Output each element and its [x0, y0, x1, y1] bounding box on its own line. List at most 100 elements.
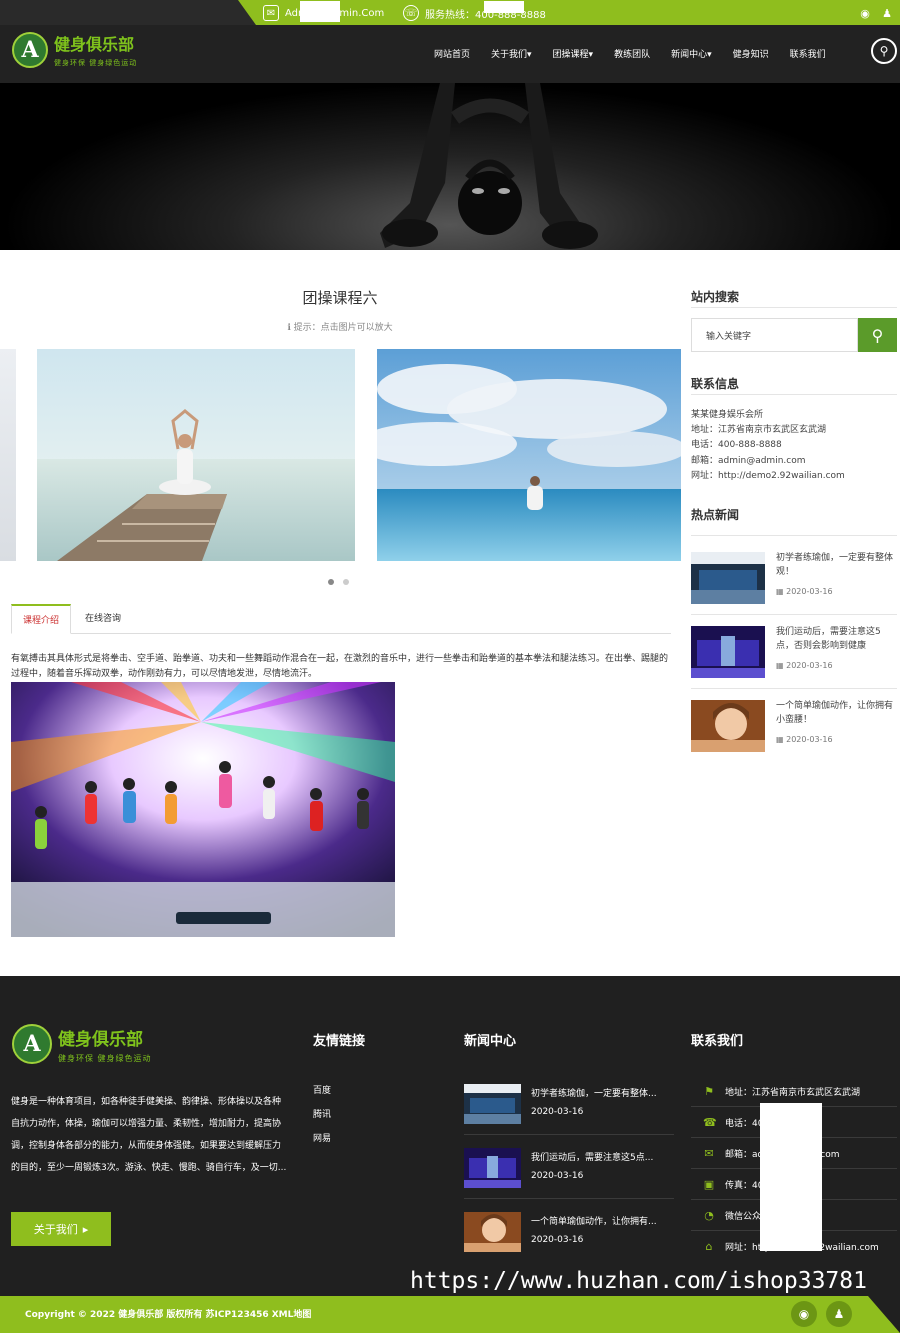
divider: [464, 1134, 674, 1135]
sidebar-hot-title: 热点新闻: [691, 508, 740, 522]
divider: [464, 1198, 674, 1199]
about-us-button-label: 关于我们: [33, 1223, 78, 1236]
footer-news-item[interactable]: 初学者练瑜伽，一定要有整体... 2020-03-16: [464, 1084, 674, 1128]
sidebar-search-input[interactable]: 输入关键字: [691, 318, 858, 352]
redaction-block: [760, 1103, 822, 1251]
hot-news-item[interactable]: 初学者练瑜伽，一定要有整体观！ ▦ 2020-03-16: [691, 552, 897, 604]
gallery-photo-prev[interactable]: [0, 349, 16, 561]
divider: [691, 614, 897, 615]
zoom-hint-text: 提示：点击图片可以放大: [293, 323, 393, 333]
contact-website: 网址：http://demo2.92wailian.com: [691, 471, 845, 481]
footer-news-thumb-stage: [464, 1148, 521, 1188]
gallery-dot-2[interactable]: [343, 579, 349, 585]
footer-news-date: 2020-03-16: [531, 1107, 584, 1117]
footer-link-baidu[interactable]: 百度: [313, 1080, 331, 1102]
copyright-text: Copyright © 2022 健身俱乐部 版权所有 苏ICP123456 X…: [25, 1310, 312, 1320]
calendar-icon: ▦: [776, 735, 787, 744]
footer-news-title[interactable]: 一个简单瑜伽动作，让你拥有...: [531, 1214, 671, 1227]
gallery-photo-yoga-pier[interactable]: [37, 349, 355, 561]
fax-icon: ▣: [703, 1178, 715, 1191]
contact-address: 地址：江苏省南京市玄武区玄武湖: [691, 425, 827, 435]
gallery-photo-meditation-sea[interactable]: [377, 349, 681, 561]
nav-coaches[interactable]: 教练团队: [614, 47, 650, 60]
hot-news-date-text: 2020-03-16: [786, 735, 833, 744]
hot-news-date: ▦ 2020-03-16: [776, 661, 833, 670]
wechat-icon: ◔: [704, 1209, 714, 1222]
nav-news[interactable]: 新闻中心▾: [671, 47, 712, 60]
footer-news-date: 2020-03-16: [531, 1171, 584, 1181]
chevron-right-icon: ▸: [82, 1222, 89, 1236]
banner-image: [0, 83, 900, 250]
hot-news-item[interactable]: 一个简单瑜伽动作，让你拥有小蛮腰！ ▦ 2020-03-16: [691, 700, 897, 752]
divider: [691, 535, 897, 536]
header: A 健身俱乐部 健身环保 健身绿色运动 网站首页 关于我们▾ 团操课程▾ 教练团…: [0, 25, 900, 83]
hot-news-thumb-stage: [691, 626, 765, 678]
hot-news-date-text: 2020-03-16: [786, 587, 833, 596]
footer-link-tencent[interactable]: 腾讯: [313, 1104, 331, 1126]
weibo-icon[interactable]: ◉: [857, 5, 873, 21]
gallery-dot-1[interactable]: [328, 579, 334, 585]
logo-badge: A: [12, 31, 48, 68]
mail-icon: ✉: [263, 5, 279, 21]
search-icon[interactable]: ⚲: [858, 318, 897, 352]
footer-news-title[interactable]: 我们运动后，需要注意这5点...: [531, 1150, 671, 1163]
divider: [691, 688, 897, 689]
footer-news-date: 2020-03-16: [531, 1235, 584, 1245]
footer-contact-address: ⚑ 地址：江苏省南京市玄武区玄武湖: [703, 1085, 897, 1098]
mail-icon: ✉: [704, 1147, 714, 1160]
nav-courses[interactable]: 团操课程▾: [553, 47, 594, 60]
main-nav: 网站首页 关于我们▾ 团操课程▾ 教练团队 新闻中心▾ 健身知识 联系我们: [434, 47, 847, 60]
hot-news-item[interactable]: 我们运动后，需要注意这5点，否则会影响到健康 ▦ 2020-03-16: [691, 626, 897, 678]
contact-phone: 电话：400-888-8888: [691, 440, 782, 450]
banner-athlete-illustration: [380, 83, 598, 249]
footer-contact-address-text: 地址：江苏省南京市玄武区玄武湖: [725, 1088, 861, 1098]
calendar-icon: ▦: [776, 661, 787, 670]
page-title: 团操课程六: [302, 289, 378, 307]
nav-home[interactable]: 网站首页: [434, 47, 470, 60]
hot-news-date: ▦ 2020-03-16: [776, 735, 833, 744]
hot-news-title[interactable]: 我们运动后，需要注意这5点，否则会影响到健康: [776, 625, 897, 653]
nav-contact[interactable]: 联系我们: [790, 47, 826, 60]
sidebar-search-title: 站内搜索: [691, 290, 740, 304]
weibo-icon[interactable]: ◉: [791, 1301, 817, 1327]
phone-icon: ☎: [703, 1116, 717, 1129]
location-icon: ⚑: [704, 1085, 714, 1098]
footer-logo-title: 健身俱乐部: [58, 1029, 143, 1050]
footer-news-title[interactable]: 初学者练瑜伽，一定要有整体...: [531, 1086, 671, 1099]
nav-about[interactable]: 关于我们▾: [491, 47, 532, 60]
nav-knowledge[interactable]: 健身知识: [733, 47, 769, 60]
hot-news-title[interactable]: 初学者练瑜伽，一定要有整体观！: [776, 551, 897, 579]
hot-news-date-text: 2020-03-16: [786, 661, 833, 670]
zoom-hint: ℹ 提示：点击图片可以放大: [220, 320, 460, 333]
top-hotline: ☏ 服务热线：400-888-8888: [403, 5, 546, 21]
tab-course-intro[interactable]: 课程介绍: [11, 604, 72, 634]
calendar-icon: ▦: [776, 587, 787, 596]
footer-contact-title: 联系我们: [691, 1034, 744, 1049]
divider: [691, 394, 897, 395]
gallery-pagination: [328, 579, 349, 585]
footer-logo-badge: A: [12, 1024, 52, 1064]
aerobics-illustration: [11, 682, 395, 937]
logo[interactable]: A 健身俱乐部 健身环保 健身绿色运动: [12, 31, 137, 68]
footer-news-title: 新闻中心: [464, 1034, 517, 1049]
footer-logo[interactable]: A 健身俱乐部 健身环保 健身绿色运动: [12, 1024, 152, 1064]
yoga-pier-illustration: [37, 349, 355, 561]
footer-news-item[interactable]: 一个简单瑜伽动作，让你拥有... 2020-03-16: [464, 1212, 674, 1256]
qq-icon[interactable]: ♟: [879, 5, 895, 21]
about-us-button[interactable]: 关于我们 ▸: [11, 1212, 111, 1246]
hot-news-title[interactable]: 一个简单瑜伽动作，让你拥有小蛮腰！: [776, 699, 897, 727]
qq-icon[interactable]: ♟: [826, 1301, 852, 1327]
footer-news-item[interactable]: 我们运动后，需要注意这5点... 2020-03-16: [464, 1148, 674, 1192]
divider: [691, 307, 897, 308]
logo-subtitle: 健身环保 健身绿色运动: [54, 59, 138, 67]
aerobics-poster: [11, 682, 395, 937]
search-icon[interactable]: ⚲: [871, 38, 897, 64]
redaction-block: [484, 1, 524, 13]
footer-links-title: 友情链接: [313, 1034, 366, 1049]
sidebar-contact-title: 联系信息: [691, 377, 740, 391]
tab-online-consult[interactable]: 在线咨询: [74, 604, 132, 634]
logo-title: 健身俱乐部: [54, 35, 135, 54]
watermark-url: https://www.huzhan.com/ishop33781: [410, 1268, 867, 1294]
course-description: 有氧搏击其具体形式是将拳击、空手道、跆拳道、功夫和一些舞蹈动作混合在一起，在激烈…: [11, 654, 669, 679]
footer-link-netease[interactable]: 网易: [313, 1128, 331, 1150]
